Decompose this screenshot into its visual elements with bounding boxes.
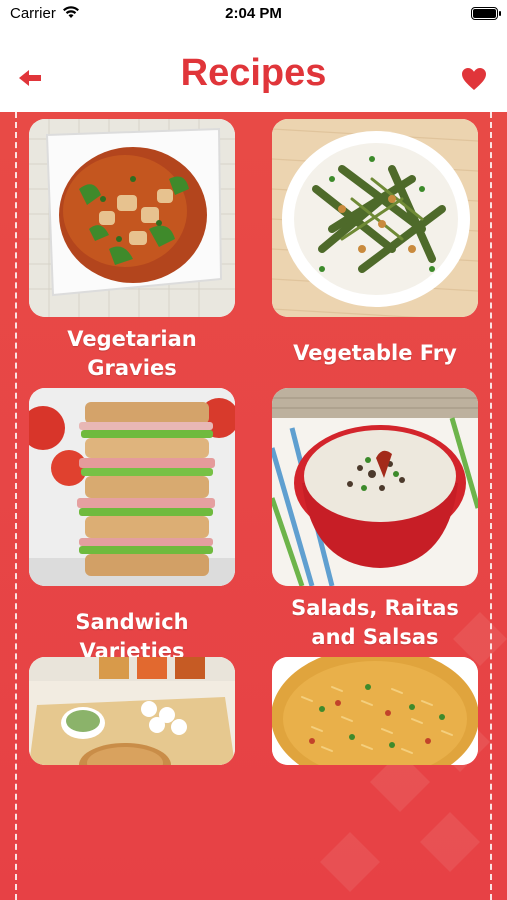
navigation-bar: Recipes (0, 30, 507, 112)
recipe-card-vegetable-fry[interactable]: Vegetable Fry (272, 119, 478, 368)
recipe-label: Vegetable Fry (293, 341, 457, 365)
vegetable-fry-image (272, 119, 478, 317)
left-border-stitch (15, 112, 17, 900)
recipe-label: Vegetarian Gravies (67, 327, 197, 380)
recipe-label: Salads, Raitas and Salsas (291, 596, 459, 649)
page-title: Recipes (180, 52, 327, 94)
sandwich-varieties-image (29, 388, 235, 586)
recipe-5-image (29, 657, 235, 765)
vegetarian-gravies-image (29, 119, 235, 317)
recipe-card-sandwich-varieties[interactable]: Sandwich Varieties (29, 388, 235, 666)
recipe-6-image (272, 657, 478, 765)
heart-icon[interactable] (461, 67, 487, 91)
recipe-card-5[interactable] (29, 657, 235, 773)
salads-raitas-image (272, 388, 478, 586)
recipe-grid[interactable]: Vegetarian Gravies Vegetable Fry Sandwic… (0, 112, 507, 900)
battery-icon (471, 7, 501, 20)
recipe-card-6[interactable] (272, 657, 478, 773)
status-time: 2:04 PM (225, 5, 282, 22)
recipe-card-salads-raitas-salsas[interactable]: Salads, Raitas and Salsas (272, 388, 478, 652)
recipe-card-vegetarian-gravies[interactable]: Vegetarian Gravies (29, 119, 235, 383)
status-bar: Carrier 2:04 PM (0, 0, 507, 30)
right-border-stitch (490, 112, 492, 900)
